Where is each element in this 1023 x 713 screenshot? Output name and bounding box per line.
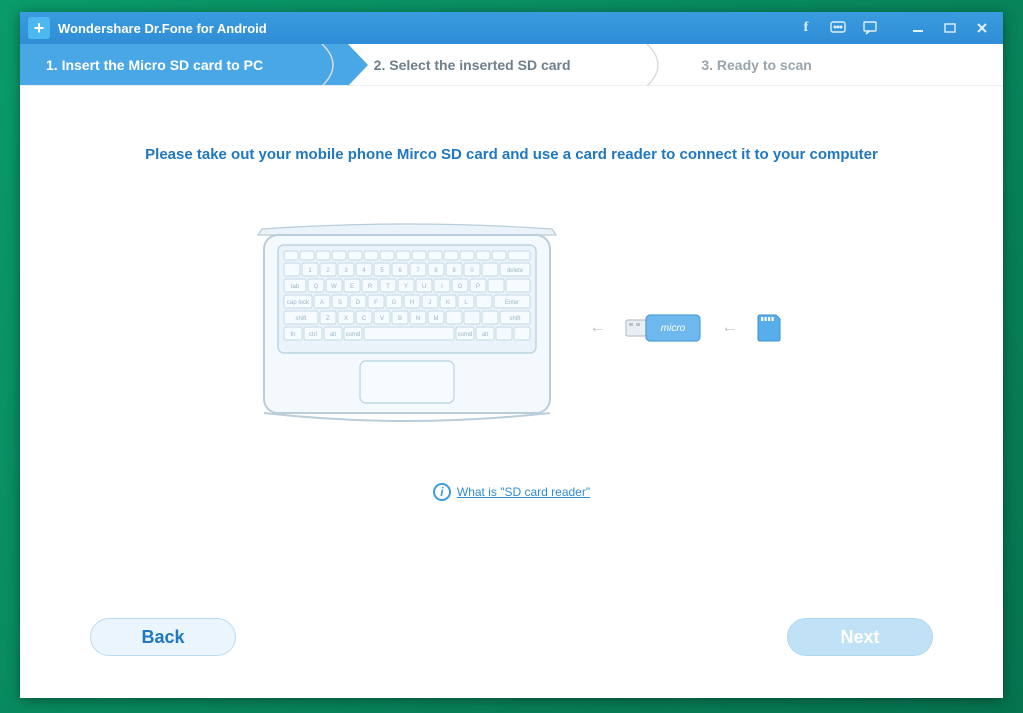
arrow-left-icon: ← [722, 319, 738, 337]
message-icon[interactable] [829, 19, 847, 37]
step-bar: 1. Insert the Micro SD card to PC 2. Sel… [20, 44, 1003, 86]
svg-text:ctrl: ctrl [309, 332, 317, 338]
svg-text:A: A [319, 300, 323, 306]
instruction-text: Please take out your mobile phone Mirco … [60, 146, 963, 163]
help-link-sd-reader[interactable]: What is "SD card reader" [457, 485, 590, 499]
svg-text:comd: comd [457, 332, 472, 338]
svg-text:comd: comd [345, 332, 360, 338]
svg-text:P: P [475, 284, 479, 290]
titlebar[interactable]: Wondershare Dr.Fone for Android f [20, 12, 1003, 44]
svg-text:C: C [361, 316, 366, 322]
next-button[interactable]: Next [787, 618, 933, 656]
main-content: Please take out your mobile phone Mirco … [20, 86, 1003, 511]
svg-text:O: O [457, 284, 462, 290]
app-window: Wondershare Dr.Fone for Android f 1. Ins… [20, 12, 1003, 698]
svg-text:T: T [386, 284, 390, 290]
footer-buttons: Back Next [20, 618, 1003, 656]
svg-text:R: R [367, 284, 372, 290]
step-label: 3. Ready to scan [701, 57, 812, 73]
svg-text:S: S [337, 300, 341, 306]
app-title: Wondershare Dr.Fone for Android [58, 21, 797, 36]
arrow-left-icon: ← [590, 319, 606, 337]
svg-text:Enter: Enter [504, 300, 518, 306]
svg-text:alt: alt [481, 332, 488, 338]
button-label: Back [141, 627, 184, 648]
svg-text:shift: shift [509, 316, 520, 322]
step-2-select-sd[interactable]: 2. Select the inserted SD card [348, 44, 676, 85]
svg-text:Q: Q [313, 284, 318, 290]
svg-text:alt: alt [329, 332, 336, 338]
laptop-icon: 1234567890delete tabQWERTYUIOP cap lockA… [242, 223, 572, 433]
button-label: Next [840, 627, 879, 648]
svg-text:Z: Z [326, 316, 330, 322]
step-label: 1. Insert the Micro SD card to PC [46, 57, 263, 73]
minimize-icon[interactable] [909, 19, 927, 37]
svg-text:fn: fn [290, 332, 295, 338]
svg-text:E: E [349, 284, 353, 290]
svg-text:X: X [343, 316, 347, 322]
card-reader-icon: micro [624, 310, 704, 346]
svg-text:tab: tab [290, 284, 299, 290]
svg-text:shift: shift [295, 316, 306, 322]
step-label: 2. Select the inserted SD card [374, 57, 571, 73]
back-button[interactable]: Back [90, 618, 236, 656]
svg-text:D: D [355, 300, 360, 306]
svg-text:W: W [331, 284, 337, 290]
step-3-ready-scan[interactable]: 3. Ready to scan [675, 44, 1003, 85]
app-logo-icon [28, 17, 50, 39]
help-link-row: i What is "SD card reader" [60, 483, 963, 501]
svg-text:K: K [445, 300, 449, 306]
svg-text:B: B [397, 316, 401, 322]
svg-text:N: N [415, 316, 419, 322]
svg-text:V: V [379, 316, 383, 322]
close-icon[interactable] [973, 19, 991, 37]
step-1-insert-sd[interactable]: 1. Insert the Micro SD card to PC [20, 44, 348, 85]
maximize-icon[interactable] [941, 19, 959, 37]
facebook-icon[interactable]: f [797, 19, 815, 37]
illustration-row: 1234567890delete tabQWERTYUIOP cap lockA… [60, 223, 963, 433]
svg-text:G: G [391, 300, 396, 306]
svg-text:F: F [374, 300, 378, 306]
svg-text:M: M [433, 316, 438, 322]
info-icon: i [433, 483, 451, 501]
sd-card-icon [756, 313, 782, 343]
svg-text:delete: delete [506, 268, 523, 274]
svg-text:Y: Y [403, 284, 407, 290]
svg-text:U: U [421, 284, 425, 290]
titlebar-system-icons: f [797, 19, 995, 37]
feedback-icon[interactable] [861, 19, 879, 37]
svg-text:J: J [428, 300, 431, 306]
svg-text:cap lock: cap lock [286, 300, 309, 306]
svg-text:H: H [409, 300, 413, 306]
card-reader-label: micro [660, 323, 685, 334]
